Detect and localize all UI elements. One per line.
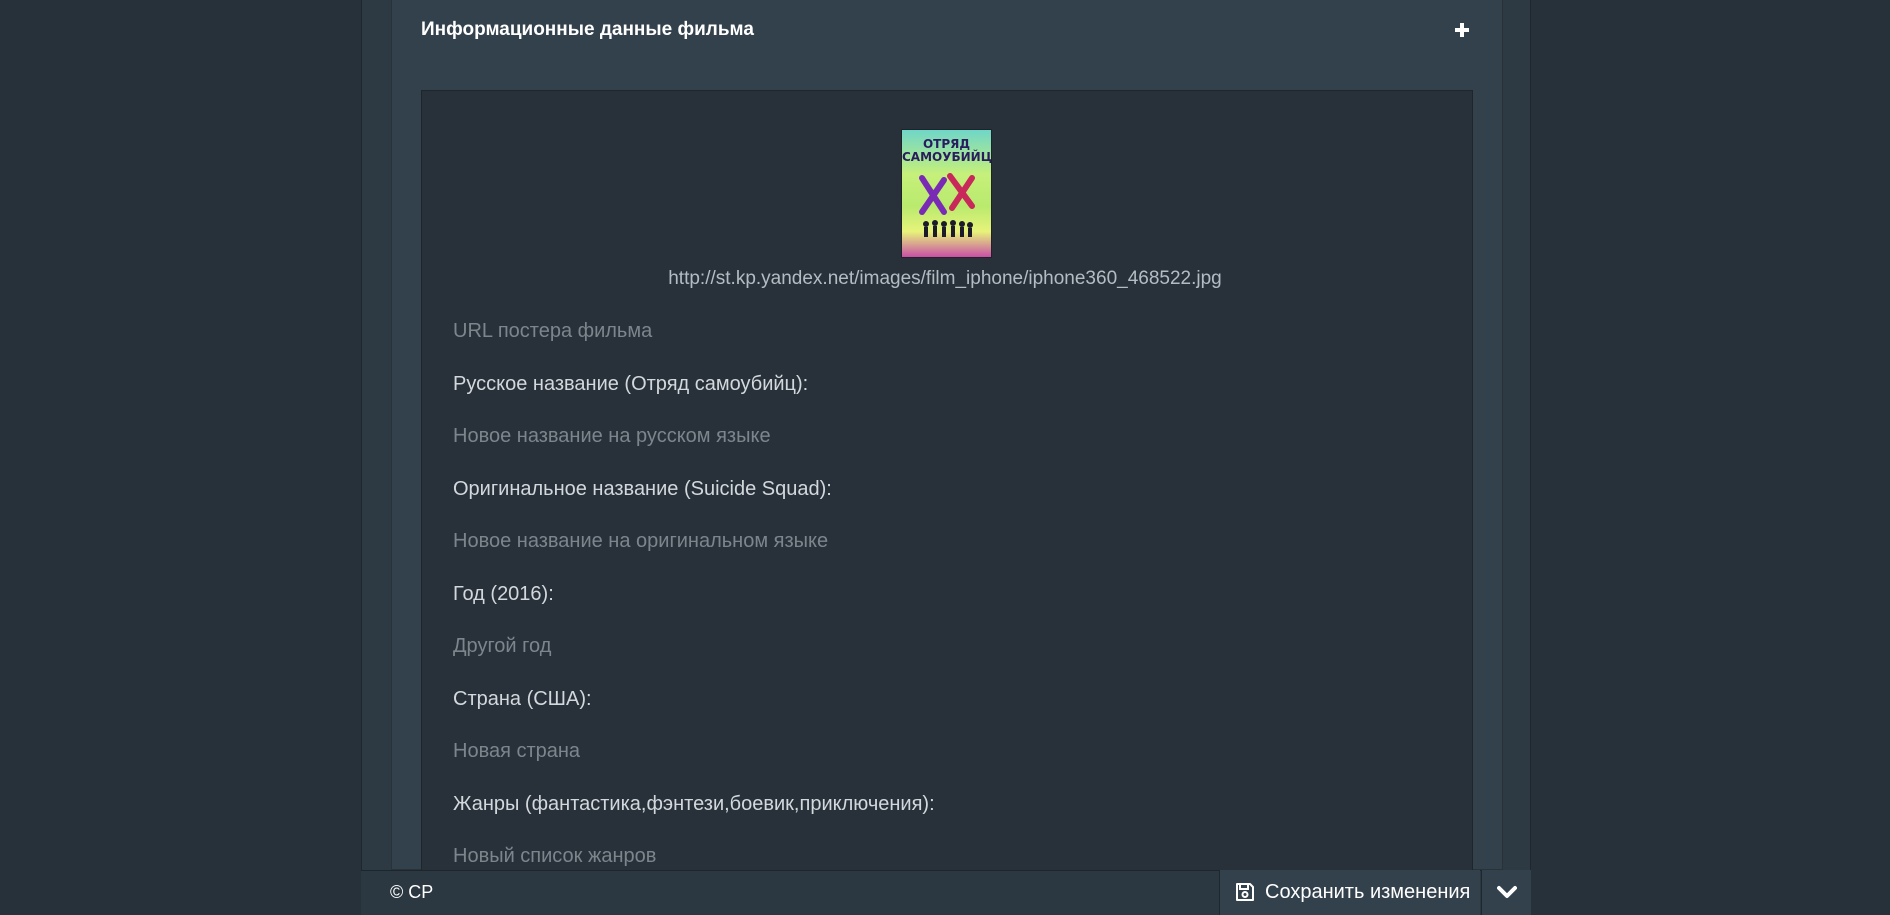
original-title-label: Оригинальное название (Suicide Squad): <box>453 478 832 500</box>
poster-url-input[interactable] <box>453 320 1453 343</box>
original-title-input[interactable] <box>453 530 1453 553</box>
more-actions-button[interactable] <box>1481 870 1531 915</box>
panel-title: Информационные данные фильма <box>421 19 754 40</box>
genres-input[interactable] <box>453 845 1453 868</box>
copyright-text: © CP <box>390 882 434 902</box>
plus-icon[interactable] <box>1452 20 1472 40</box>
save-button-label: Сохранить изменения <box>1265 881 1471 903</box>
film-poster-image: ОТРЯД САМОУБИЙЦ <box>902 130 991 257</box>
poster-figures <box>923 220 973 237</box>
floppy-disk-icon <box>1236 883 1254 901</box>
country-label: Страна (США): <box>453 688 592 710</box>
chevron-down-icon <box>1497 886 1517 898</box>
year-input[interactable] <box>453 635 1453 658</box>
save-changes-button[interactable]: Сохранить изменения <box>1219 870 1480 915</box>
russian-title-input[interactable] <box>453 425 1453 448</box>
russian-title-label: Русское название (Отряд самоубийц): <box>453 373 809 395</box>
poster-image-title: ОТРЯД САМОУБИЙЦ <box>902 137 991 164</box>
poster-x-graphic <box>919 173 975 215</box>
country-input[interactable] <box>453 740 1453 763</box>
genres-label: Жанры (фантастика,фэнтези,боевик,приключ… <box>453 793 935 815</box>
poster-url-text: http://st.kp.yandex.net/images/film_ipho… <box>668 268 1222 289</box>
year-label: Год (2016): <box>453 583 554 605</box>
